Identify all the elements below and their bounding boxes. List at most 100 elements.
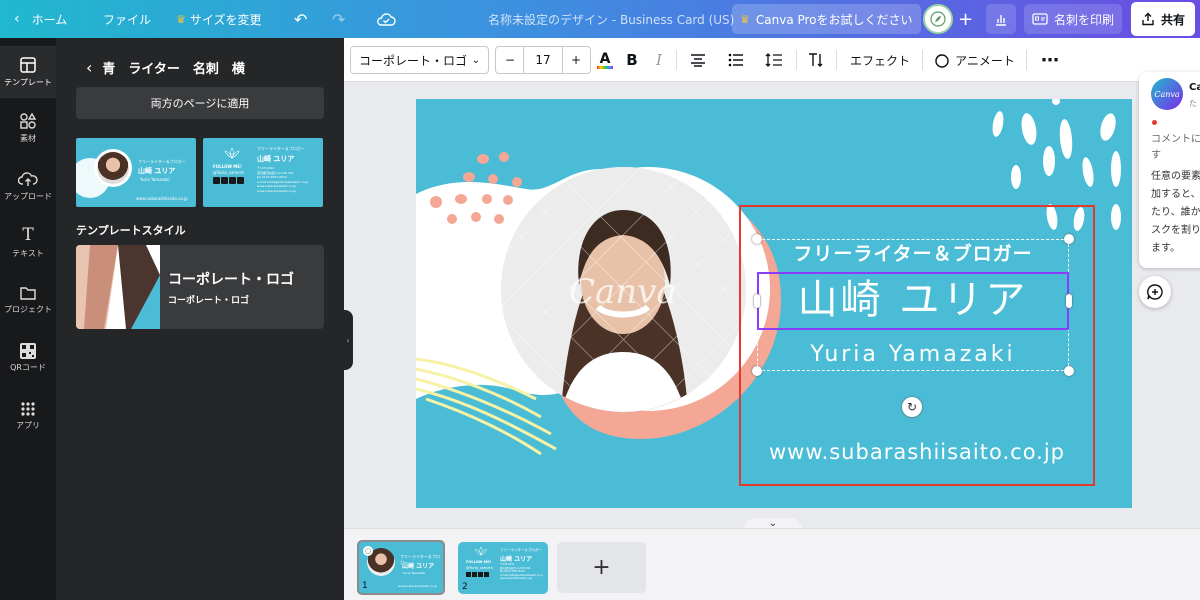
cloud-save-button[interactable] xyxy=(376,0,396,38)
home-label: ホーム xyxy=(31,12,68,27)
comment-hint-line: コメントに xyxy=(1151,134,1200,145)
more-options-button[interactable]: ⋯ xyxy=(1038,46,1062,74)
card-tagline[interactable]: フリーライター＆ブロガー xyxy=(757,239,1069,266)
thumb-name: 山崎 ユリア xyxy=(257,155,295,163)
canva-avatar: Canva xyxy=(1151,78,1183,110)
comment-badge: ◌ xyxy=(363,546,373,556)
thumb-romaji: Yuria Yamazaki xyxy=(403,571,426,575)
comment-body: 任意の要素 加すると、 たり、誰か スクを割り ます。 xyxy=(1151,168,1200,258)
text-color-letter-icon: A xyxy=(599,50,611,67)
card-name[interactable]: 山崎 ユリア xyxy=(757,274,1069,326)
template-style-card[interactable]: コーポレート・ロゴ コーポレート・ロゴ xyxy=(76,245,324,329)
font-size-increase-button[interactable]: + xyxy=(562,47,589,73)
design-canvas[interactable]: Canva ↻ フリーライター＆ブロガー 山崎 ユリア Yuria Yamaza… xyxy=(416,99,1132,508)
comment-body-line: 加すると、 xyxy=(1151,189,1200,200)
rail-item-projects[interactable]: プロジェクト xyxy=(0,274,56,326)
rail-item-apps[interactable]: アプリ xyxy=(0,390,56,442)
align-button[interactable] xyxy=(686,46,710,74)
panel-collapse-handle[interactable]: ‹ xyxy=(343,310,353,370)
template-thumb-front[interactable]: フリーライター＆ブロガー 山崎 ユリア Yuria Yamazaki www.s… xyxy=(76,138,196,207)
spacing-button[interactable] xyxy=(762,46,786,74)
panel-back-header[interactable]: ‹ 青 ライター 名刺 横 xyxy=(86,58,245,77)
page-thumb-2[interactable]: FOLLOW ME! @Yuria_camera フリーライター＆ブロガー 山崎… xyxy=(458,542,548,594)
portrait-photo[interactable]: Canva xyxy=(501,167,746,412)
rail-label: プロジェクト xyxy=(4,305,52,314)
add-collaborator-button[interactable]: + xyxy=(958,0,973,38)
thumb-follow: FOLLOW ME! xyxy=(213,164,242,169)
page-number: 2 xyxy=(462,582,468,592)
rotate-handle[interactable]: ↻ xyxy=(902,397,922,417)
rail-item-qrcode[interactable]: QRコード xyxy=(0,332,56,384)
card-romaji[interactable]: Yuria Yamazaki xyxy=(757,342,1069,367)
user-avatar[interactable] xyxy=(923,4,953,34)
thumb-details: 〒123-0011 東京都渋谷区1-2-3 Bi-201 tel 0123-45… xyxy=(500,563,543,581)
bold-button[interactable]: B xyxy=(623,46,641,74)
vertical-text-button[interactable] xyxy=(804,46,828,74)
chevron-left-icon: ‹ xyxy=(14,11,20,27)
divider xyxy=(1026,50,1027,70)
rail-item-text[interactable]: T テキスト xyxy=(0,216,56,268)
comment-card[interactable]: Canva Ca た コメントに す 任意の要素 加すると、 たり、誰か スクを… xyxy=(1139,72,1200,268)
comment-body-line: たり、誰か xyxy=(1151,207,1200,218)
resize-button[interactable]: ♛ サイズを変更 xyxy=(176,0,262,38)
thumb-detail-line: www.subarashiisaito.co.jp xyxy=(500,577,533,581)
thumb-tagline: フリーライター＆ブロガー xyxy=(500,548,542,552)
share-button[interactable]: 共有 xyxy=(1131,2,1196,36)
comment-hint-line: す xyxy=(1151,150,1161,161)
font-size-decrease-button[interactable]: − xyxy=(497,47,524,73)
divider xyxy=(676,50,677,70)
thumb-portrait-photo xyxy=(97,152,129,184)
animate-button[interactable]: アニメート xyxy=(932,46,1016,74)
style-swatch-graphic xyxy=(76,245,160,329)
template-thumb-back[interactable]: FOLLOW ME! @Yuria_camera フリーライター＆ブロガー 山崎… xyxy=(203,138,323,207)
crown-icon: ♛ xyxy=(740,12,750,26)
pinterest-icon xyxy=(237,177,244,184)
add-page-button[interactable]: + xyxy=(557,542,646,593)
apply-both-pages-button[interactable]: 両方のページに適用 xyxy=(76,87,324,119)
comment-body-line: スクを割り xyxy=(1151,225,1200,236)
share-upload-icon xyxy=(1142,12,1154,26)
cloud-upload-icon xyxy=(18,172,38,186)
insights-button[interactable] xyxy=(986,4,1016,34)
redo-button[interactable]: ↷ xyxy=(332,0,345,38)
text-toolbar: コーポレート・ロゴ ⌄ − 17 + A B I エフェクト アニメート ⋯ xyxy=(344,38,1200,82)
document-title[interactable]: 名称未設定のデザイン - Business Card (US) xyxy=(488,0,734,38)
plus-icon: + xyxy=(592,555,611,580)
effects-button[interactable]: エフェクト xyxy=(844,46,916,74)
apps-grid-icon xyxy=(21,402,35,416)
add-comment-button[interactable] xyxy=(1139,276,1171,308)
instagram-icon xyxy=(213,177,220,184)
style-heading: テンプレートスタイル xyxy=(76,224,186,237)
page-thumb-1[interactable]: フリーライター＆ブロガー 山崎 ユリア Yuria Yamazaki www.s… xyxy=(357,540,445,595)
italic-button[interactable]: I xyxy=(650,46,668,74)
font-size-input[interactable]: 17 xyxy=(524,53,562,67)
more-dots-icon: ⋯ xyxy=(1041,49,1059,71)
list-button[interactable] xyxy=(724,46,748,74)
print-business-cards-button[interactable]: 名刺を印刷 xyxy=(1024,4,1123,34)
rail-item-templates[interactable]: テンプレート xyxy=(0,46,56,98)
rail-item-elements[interactable]: 素材 xyxy=(0,102,56,154)
lotus-icon xyxy=(224,147,240,159)
resize-handle[interactable] xyxy=(1064,366,1074,376)
pages-bar: フリーライター＆ブロガー 山崎 ユリア Yuria Yamazaki www.s… xyxy=(344,528,1200,600)
lotus-icon xyxy=(474,546,488,556)
canva-avatar-text: Canva xyxy=(1154,89,1180,99)
rail-item-uploads[interactable]: アップロード xyxy=(0,160,56,212)
resize-handle[interactable] xyxy=(752,366,762,376)
try-pro-button[interactable]: ♛ Canva Proをお試しください xyxy=(732,4,921,34)
thumb-romaji: Yuria Yamazaki xyxy=(140,177,170,182)
twitter-icon xyxy=(478,572,483,577)
home-button[interactable]: ‹ ホーム xyxy=(14,0,67,38)
file-menu[interactable]: ファイル xyxy=(103,0,151,38)
effects-label: エフェクト xyxy=(849,53,910,68)
template-title: 青 ライター 名刺 横 xyxy=(102,62,245,77)
text-color-button[interactable]: A xyxy=(595,46,615,74)
undo-button[interactable]: ↶ xyxy=(294,0,307,38)
thumb-url: www.subarashiisaito.co.jp xyxy=(136,196,188,201)
card-url[interactable]: www.subarashiisaito.co.jp xyxy=(739,440,1095,464)
text-size-icon xyxy=(809,53,823,67)
page-number: 1 xyxy=(362,581,368,591)
font-size-value: 17 xyxy=(535,53,551,67)
animate-icon xyxy=(935,54,949,68)
font-family-select[interactable]: コーポレート・ロゴ ⌄ xyxy=(350,46,489,74)
